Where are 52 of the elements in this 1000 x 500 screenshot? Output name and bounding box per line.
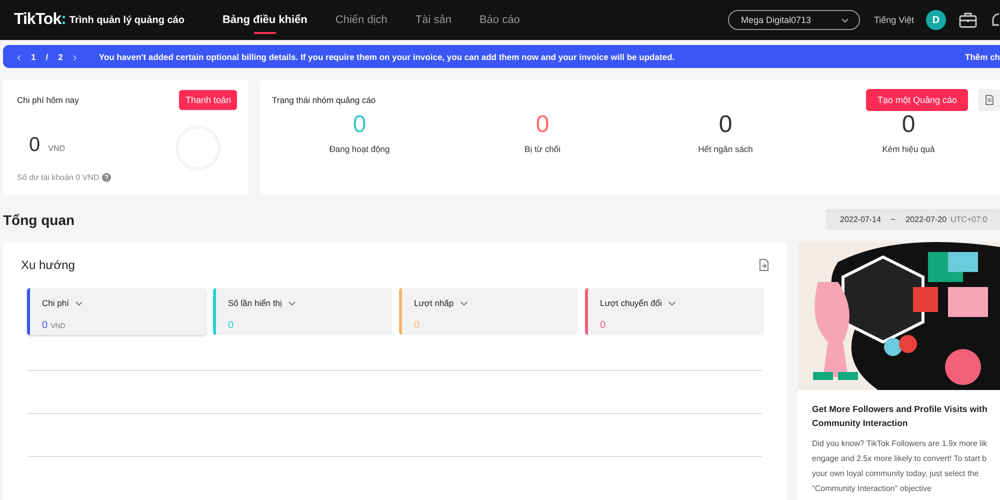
create-ad-button[interactable]: Tạo một Quảng cáo <box>866 89 968 111</box>
promo-text-line: your own loyal community today, just select the <box>812 468 980 480</box>
card-title: Chi phí hôm nay <box>17 95 79 105</box>
tiktok-logo[interactable]: TikTok <box>14 11 62 29</box>
page-total: 2 <box>58 52 63 62</box>
metric-tile[interactable]: Số lần hiển thị 0 <box>213 288 392 335</box>
chevron-down-icon <box>288 300 296 306</box>
metric-tile[interactable]: Lượt chuyển đổi 0 <box>585 288 764 335</box>
help-icon[interactable] <box>102 173 112 182</box>
logo-colon: : <box>61 11 66 29</box>
card-title: Xu hướng <box>21 258 75 272</box>
nav-tab[interactable]: Chiến dịch <box>335 8 388 32</box>
currency-label: VND <box>48 144 66 153</box>
export-icon[interactable] <box>759 259 769 271</box>
page-current: 1 <box>31 52 36 62</box>
nav-tab[interactable]: Tài sản <box>415 8 452 32</box>
date-range-picker[interactable]: 2022-07-14 ~ 2022-07-20 UTC+07:0 <box>826 209 1000 230</box>
status-count: 0 <box>352 113 366 137</box>
status-label: Đang hoạt động <box>329 144 390 154</box>
account-selector[interactable]: Mega Digital0713 <box>728 10 860 30</box>
status-label: Bị từ chối <box>524 144 560 154</box>
next-arrow[interactable]: › <box>72 50 77 64</box>
chevron-down-icon <box>74 300 83 306</box>
language-selector[interactable]: Tiếng Việt <box>874 15 914 25</box>
chevron-down-icon <box>840 18 849 22</box>
card-title: Trạng thái nhóm quảng cáo <box>272 95 376 105</box>
section-title: Tổng quan <box>3 212 75 228</box>
spend-amount: 0 <box>29 134 40 157</box>
nav-tab[interactable]: Bảng điều khiển <box>222 8 308 32</box>
chevron-down-icon <box>460 300 468 306</box>
promo-text-line: engage and 2.5x more likely to convert! To start b <box>812 453 988 465</box>
status-count: 0 <box>536 113 550 137</box>
status-label: Hết ngân sách <box>698 144 753 154</box>
previous-arrow[interactable]: ‹ <box>17 50 21 64</box>
status-label: Kém hiệu quả <box>882 144 935 154</box>
status-count: 0 <box>718 113 732 137</box>
product-name: Trình quản lý quảng cáo <box>69 14 184 26</box>
metric-tile[interactable]: Lượt nhấp 0 <box>399 288 578 335</box>
payment-button[interactable]: Thanh toán <box>179 90 237 110</box>
add-details-link[interactable]: Thêm ch <box>965 52 1000 62</box>
promo-text-line: Did you know? TikTok Followers are 1.9x more lik <box>812 438 988 450</box>
document-button[interactable] <box>978 89 1000 111</box>
page-separator: / <box>46 52 48 62</box>
billing-notice: You haven't added certain optional billing details. If you require them on your invoice, you can add them now and your invoice will be updated. <box>98 52 676 62</box>
promo-title: Get More Followers and Profile Visits with Community Interaction <box>812 403 988 430</box>
status-count: 0 <box>902 113 916 137</box>
briefcase-icon[interactable] <box>959 12 977 28</box>
promo-text-line: "Community Interaction" objective <box>812 483 933 495</box>
document-icon <box>984 95 994 105</box>
chevron-down-icon <box>668 300 676 306</box>
nav-tab[interactable]: Báo cáo <box>479 8 520 32</box>
account-balance: Số dư tài khoản 0 VND <box>17 173 100 182</box>
